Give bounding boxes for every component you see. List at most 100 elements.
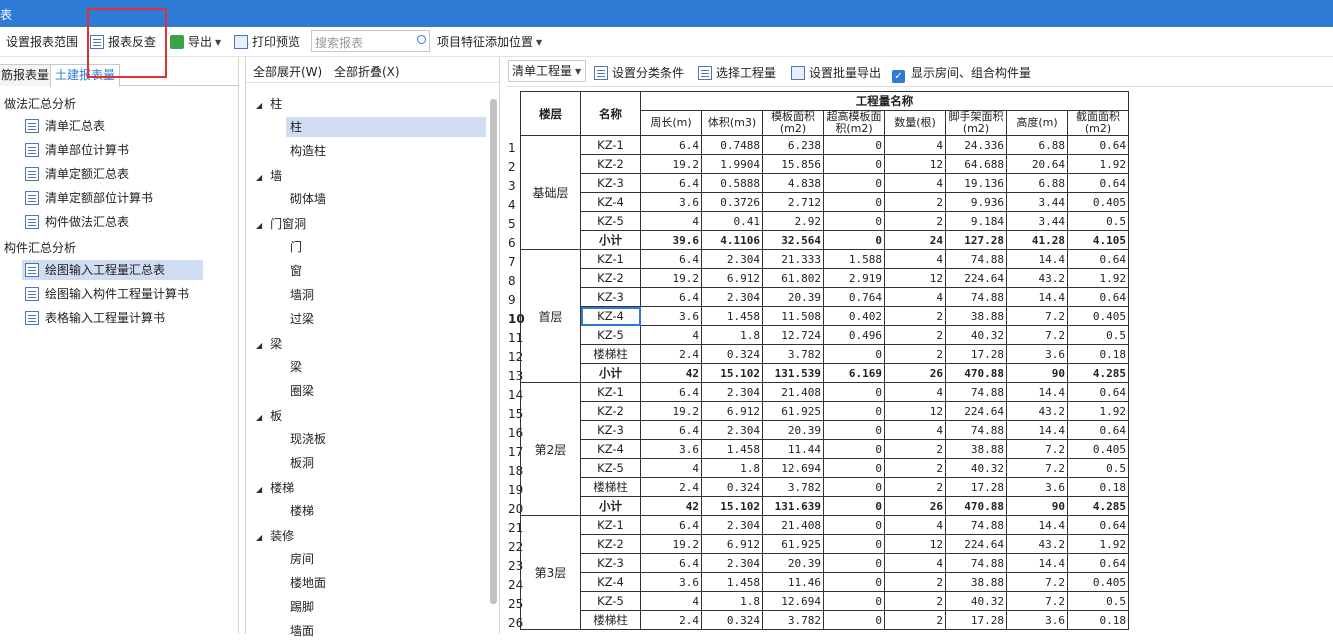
value-cell[interactable]: 43.2: [1006, 268, 1068, 288]
value-cell[interactable]: 0.402: [823, 306, 885, 326]
value-cell[interactable]: 4: [640, 591, 702, 611]
expand-triangle-icon[interactable]: ◢: [256, 413, 262, 422]
expand-triangle-icon[interactable]: ◢: [256, 101, 262, 110]
value-cell[interactable]: 0.405: [1067, 306, 1129, 326]
value-cell[interactable]: 2.919: [823, 268, 885, 288]
value-cell[interactable]: 20.64: [1006, 154, 1068, 174]
value-cell[interactable]: 6.4: [640, 515, 702, 535]
tree-leaf[interactable]: 房间: [286, 549, 486, 569]
value-cell[interactable]: 14.4: [1006, 515, 1068, 535]
tree-leaf[interactable]: 现浇板: [286, 429, 486, 449]
value-cell[interactable]: 26: [884, 363, 946, 383]
value-cell[interactable]: 2.4: [640, 477, 702, 497]
value-cell[interactable]: 9.184: [945, 211, 1007, 231]
value-cell[interactable]: 4: [640, 211, 702, 231]
value-cell[interactable]: 0.64: [1067, 553, 1129, 573]
value-cell[interactable]: 0.7488: [701, 135, 763, 155]
value-cell[interactable]: 19.2: [640, 154, 702, 174]
row-number[interactable]: 1: [508, 139, 516, 158]
value-cell[interactable]: 0.18: [1067, 610, 1129, 630]
value-cell[interactable]: 0: [823, 211, 885, 231]
value-cell[interactable]: 224.64: [945, 268, 1007, 288]
tree-category[interactable]: ◢ 装修: [256, 527, 294, 545]
value-cell[interactable]: 7.2: [1006, 572, 1068, 592]
group-method-summary[interactable]: 做法汇总分析: [4, 95, 76, 112]
value-cell[interactable]: 3.6: [640, 192, 702, 212]
value-cell[interactable]: 61.925: [762, 534, 824, 554]
value-cell[interactable]: 1.92: [1067, 154, 1129, 174]
tree-leaf[interactable]: 楼地面: [286, 573, 486, 593]
expand-all-button[interactable]: 全部展开(W): [253, 63, 322, 80]
value-cell[interactable]: 2: [884, 344, 946, 364]
value-cell[interactable]: 0.5: [1067, 325, 1129, 345]
value-cell[interactable]: 7.2: [1006, 458, 1068, 478]
name-cell[interactable]: KZ-1: [580, 515, 641, 535]
value-cell[interactable]: 0.405: [1067, 572, 1129, 592]
value-cell[interactable]: 6.912: [701, 268, 763, 288]
value-cell[interactable]: 0: [823, 553, 885, 573]
name-cell[interactable]: KZ-1: [580, 382, 641, 402]
value-cell[interactable]: 6.88: [1006, 173, 1068, 193]
set-category-button[interactable]: 设置分类条件: [594, 64, 684, 81]
report-item[interactable]: 清单部位计算书: [22, 140, 203, 160]
name-cell[interactable]: KZ-4: [580, 192, 641, 212]
value-cell[interactable]: 6.912: [701, 401, 763, 421]
value-cell[interactable]: 0: [823, 534, 885, 554]
value-cell[interactable]: 26: [884, 496, 946, 516]
tree-leaf[interactable]: 过梁: [286, 309, 486, 329]
value-cell[interactable]: 0.764: [823, 287, 885, 307]
value-cell[interactable]: 39.6: [640, 230, 702, 250]
value-cell[interactable]: 3.44: [1006, 211, 1068, 231]
value-cell[interactable]: 2: [884, 325, 946, 345]
name-cell[interactable]: 楼梯柱: [580, 610, 641, 630]
value-cell[interactable]: 6.238: [762, 135, 824, 155]
value-cell[interactable]: 0.324: [701, 477, 763, 497]
value-cell[interactable]: 9.936: [945, 192, 1007, 212]
value-cell[interactable]: 32.564: [762, 230, 824, 250]
search-icon[interactable]: [417, 35, 426, 44]
value-cell[interactable]: 1.458: [701, 439, 763, 459]
value-cell[interactable]: 0.41: [701, 211, 763, 231]
value-cell[interactable]: 2: [884, 572, 946, 592]
value-cell[interactable]: 7.2: [1006, 306, 1068, 326]
tree-category[interactable]: ◢ 板: [256, 407, 282, 425]
value-cell[interactable]: 17.28: [945, 344, 1007, 364]
feature-position-dropdown[interactable]: 项目特征添加位置 ▼: [437, 33, 542, 51]
value-cell[interactable]: 19.2: [640, 534, 702, 554]
value-cell[interactable]: 74.88: [945, 249, 1007, 269]
name-cell[interactable]: KZ-4: [580, 306, 641, 326]
value-cell[interactable]: 14.4: [1006, 553, 1068, 573]
value-cell[interactable]: 0.18: [1067, 344, 1129, 364]
value-cell[interactable]: 42: [640, 496, 702, 516]
tree-leaf[interactable]: 圈梁: [286, 381, 486, 401]
name-cell[interactable]: KZ-1: [580, 249, 641, 269]
value-cell[interactable]: 2: [884, 439, 946, 459]
value-cell[interactable]: 0.3726: [701, 192, 763, 212]
value-cell[interactable]: 3.782: [762, 477, 824, 497]
collapse-all-button[interactable]: 全部折叠(X): [334, 63, 400, 80]
value-cell[interactable]: 0.405: [1067, 192, 1129, 212]
value-cell[interactable]: 4: [884, 287, 946, 307]
value-cell[interactable]: 2.304: [701, 287, 763, 307]
row-number[interactable]: 2: [508, 158, 516, 177]
value-cell[interactable]: 2.304: [701, 382, 763, 402]
value-cell[interactable]: 6.912: [701, 534, 763, 554]
value-cell[interactable]: 11.508: [762, 306, 824, 326]
value-cell[interactable]: 40.32: [945, 325, 1007, 345]
value-cell[interactable]: 3.6: [640, 572, 702, 592]
value-cell[interactable]: 0.5: [1067, 458, 1129, 478]
value-cell[interactable]: 4: [884, 515, 946, 535]
value-cell[interactable]: 14.4: [1006, 382, 1068, 402]
value-cell[interactable]: 0: [823, 173, 885, 193]
value-cell[interactable]: 0: [823, 230, 885, 250]
tree-category[interactable]: ◢ 门窗洞: [256, 215, 306, 233]
value-cell[interactable]: 2.4: [640, 344, 702, 364]
value-cell[interactable]: 6.4: [640, 420, 702, 440]
value-cell[interactable]: 4: [884, 553, 946, 573]
name-cell[interactable]: KZ-3: [580, 553, 641, 573]
value-cell[interactable]: 2.712: [762, 192, 824, 212]
tree-leaf[interactable]: 窗: [286, 261, 486, 281]
value-cell[interactable]: 4: [884, 249, 946, 269]
value-cell[interactable]: 21.408: [762, 382, 824, 402]
value-cell[interactable]: 15.102: [701, 496, 763, 516]
